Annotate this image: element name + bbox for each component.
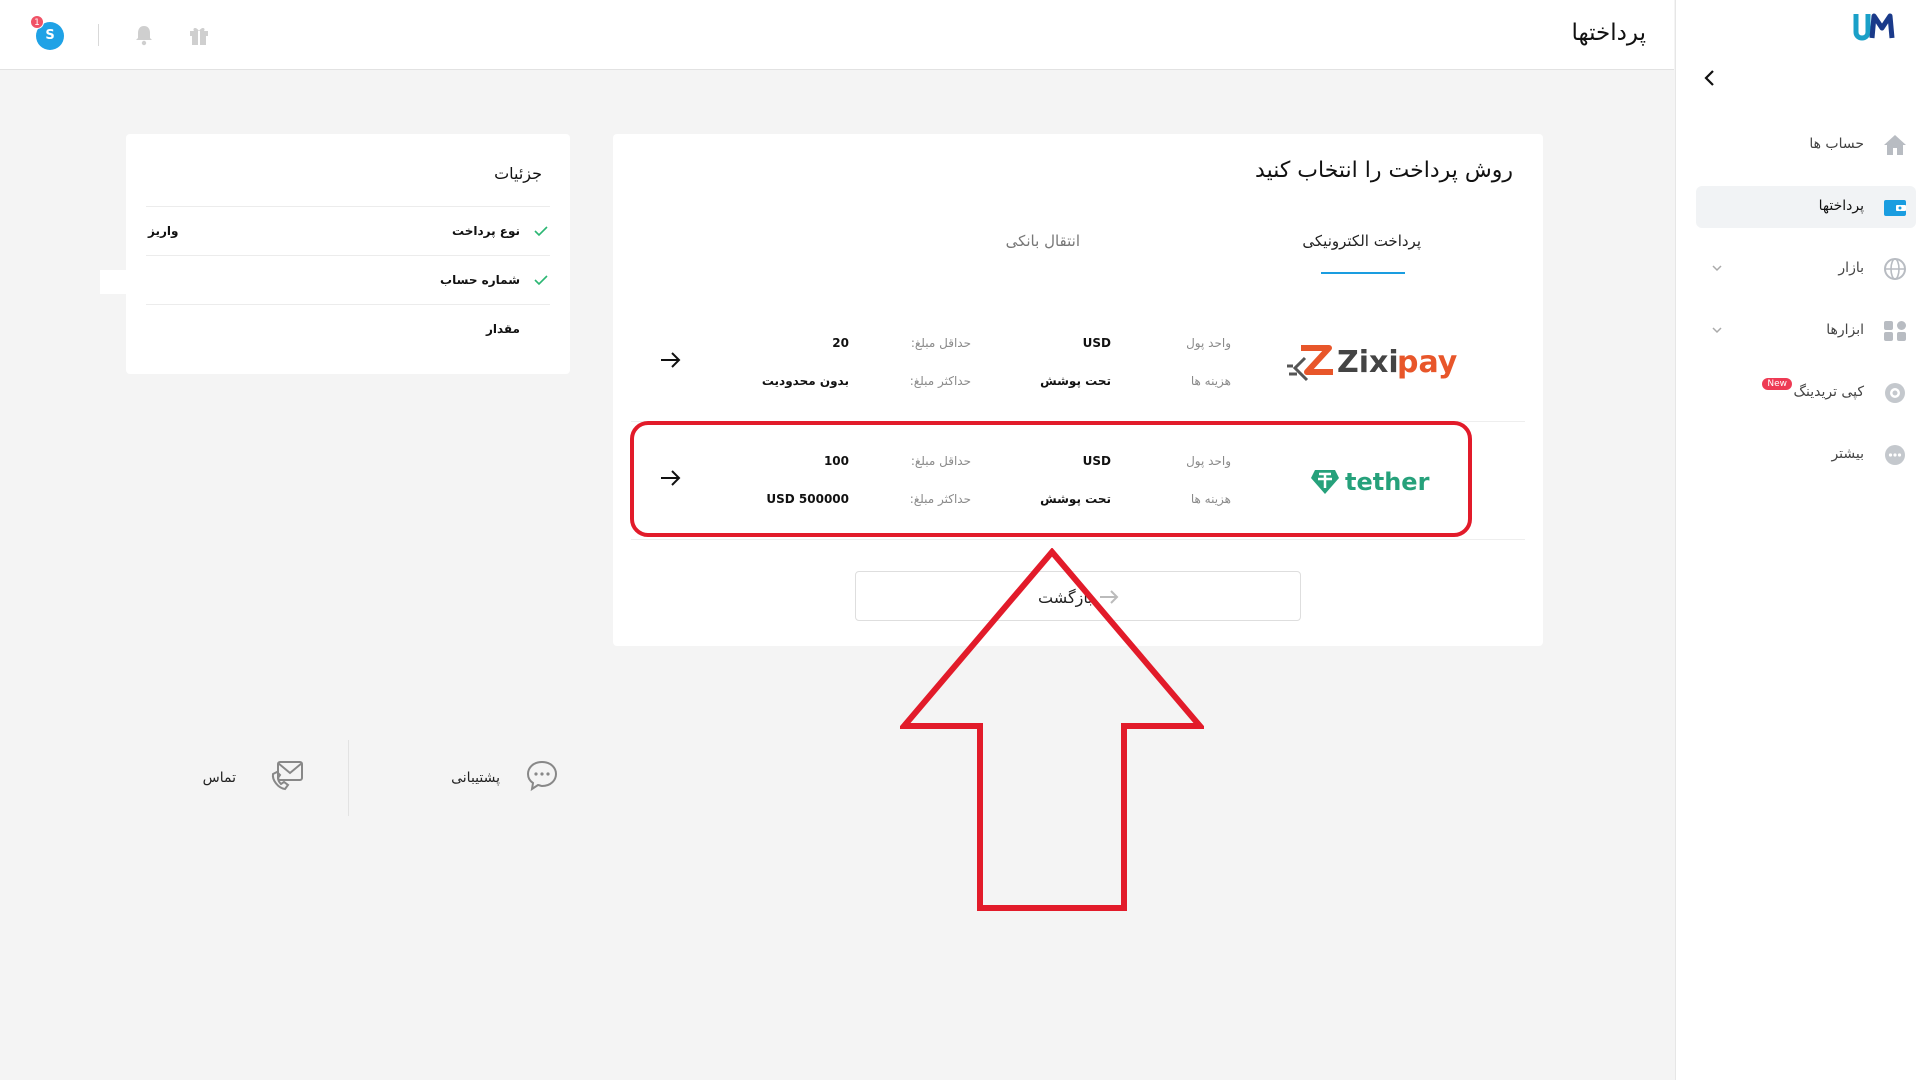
detail-label: مقدار [485, 322, 520, 336]
copy-trading-icon [1885, 383, 1905, 403]
sidebar-item-more[interactable]: بیشتر [1696, 434, 1916, 476]
sidebar: حساب ها پرداختها بازار ابزارها کپی تریدی… [1675, 0, 1920, 1080]
mail-phone-icon [271, 761, 303, 791]
fees-value: تحت پوشش [1040, 492, 1111, 506]
max-amount-value: بدون محدودیت [761, 374, 849, 388]
svg-text:pay: pay [1397, 345, 1458, 380]
gift-icon[interactable] [188, 24, 210, 46]
sidebar-item-label: بازار [1838, 260, 1864, 276]
more-icon [1885, 445, 1905, 465]
sidebar-item-label: حساب ها [1809, 136, 1864, 152]
side-tab [100, 270, 128, 294]
collapse-sidebar-icon[interactable] [1700, 66, 1720, 90]
max-amount-label: حداکثر مبلغ: [909, 492, 971, 506]
svg-text:Zixi: Zixi [1337, 345, 1399, 380]
new-badge: New [1762, 378, 1792, 390]
contact-label: تماس [202, 770, 236, 786]
chevron-down-icon [1712, 265, 1722, 272]
chat-support-icon [526, 760, 558, 792]
detail-row-amount: مقدار [146, 304, 550, 353]
payment-method-card: روش پرداخت را انتخاب کنید پرداخت الکترون… [613, 134, 1543, 646]
sidebar-item-label: پرداختها [1818, 198, 1864, 214]
sidebar-item-payments[interactable]: پرداختها [1696, 186, 1916, 228]
contact-link[interactable]: تماس [186, 758, 306, 798]
sidebar-item-label: بیشتر [1831, 446, 1864, 462]
detail-label: شماره حساب [440, 273, 520, 287]
payment-method-tether[interactable]: tether واحد پول هزینه ها USD تحت پوشش حد… [631, 424, 1525, 540]
details-title: جزئیات [494, 164, 542, 183]
sidebar-item-label: ابزارها [1826, 322, 1864, 338]
back-button[interactable]: بازگشت [855, 571, 1301, 621]
min-amount-value: 20 [832, 336, 849, 350]
tab-bank-transfer[interactable]: انتقال بانکی [1006, 232, 1080, 250]
arrow-right-icon[interactable] [659, 350, 683, 370]
sidebar-item-market[interactable]: بازار [1696, 248, 1916, 290]
page-title: پرداختها [1571, 20, 1647, 46]
support-link[interactable]: پشتیبانی [400, 758, 560, 798]
fees-value: تحت پوشش [1040, 374, 1111, 388]
max-amount-label: حداکثر مبلغ: [909, 374, 971, 388]
details-card: جزئیات نوع پرداخت واریز شماره حساب مقدار [126, 134, 570, 374]
detail-row-payment-type: نوع پرداخت واریز [146, 206, 550, 255]
zixipay-logo: Zixi pay [1287, 345, 1458, 382]
detail-label: نوع پرداخت [452, 224, 520, 238]
min-amount-label: حداقل مبلغ: [910, 454, 971, 468]
min-amount-label: حداقل مبلغ: [910, 336, 971, 350]
tether-logo: tether [1311, 468, 1430, 496]
fees-label: هزینه ها [1190, 492, 1231, 506]
brand-logo [1853, 13, 1895, 41]
notification-badge: 1 [30, 15, 44, 29]
currency-value: USD [1082, 454, 1111, 468]
currency-label: واحد پول [1186, 454, 1231, 468]
sidebar-nav: حساب ها پرداختها بازار ابزارها کپی تریدی… [1696, 124, 1916, 496]
home-icon [1884, 135, 1906, 155]
header-divider [98, 24, 99, 46]
arrow-right-icon [1100, 590, 1119, 604]
arrow-right-icon[interactable] [659, 468, 683, 488]
check-icon [534, 226, 548, 237]
fees-label: هزینه ها [1190, 374, 1231, 388]
wallet-icon [1884, 200, 1906, 216]
top-header: پرداختها S 1 [0, 0, 1674, 70]
sidebar-item-label: کپی تریدینگ [1793, 384, 1864, 400]
check-icon [534, 275, 548, 286]
back-button-label: بازگشت [1038, 588, 1093, 607]
chevron-down-icon [1712, 327, 1722, 334]
max-amount-value: USD 500000 [766, 492, 849, 506]
payment-method-zixipay[interactable]: Zixi pay واحد پول هزینه ها USD تحت پوشش … [631, 306, 1525, 422]
active-tab-indicator [1321, 272, 1405, 274]
card-title: روش پرداخت را انتخاب کنید [1255, 158, 1513, 183]
grid-icon [1884, 321, 1906, 341]
sidebar-item-tools[interactable]: ابزارها [1696, 310, 1916, 352]
svg-text:tether: tether [1345, 468, 1430, 496]
bell-icon[interactable] [134, 24, 154, 46]
currency-label: واحد پول [1186, 336, 1231, 350]
tab-electronic-payment[interactable]: پرداخت الکترونیکی [1302, 232, 1421, 250]
detail-row-account-number: شماره حساب [146, 255, 550, 304]
sidebar-item-accounts[interactable]: حساب ها [1696, 124, 1916, 166]
detail-value: واریز [148, 224, 179, 238]
sidebar-item-copy-trading[interactable]: کپی تریدینگ New [1696, 372, 1916, 414]
min-amount-value: 100 [823, 454, 849, 468]
footer-divider [348, 740, 349, 816]
currency-value: USD [1082, 336, 1111, 350]
globe-icon [1884, 258, 1906, 280]
support-label: پشتیبانی [451, 770, 500, 786]
